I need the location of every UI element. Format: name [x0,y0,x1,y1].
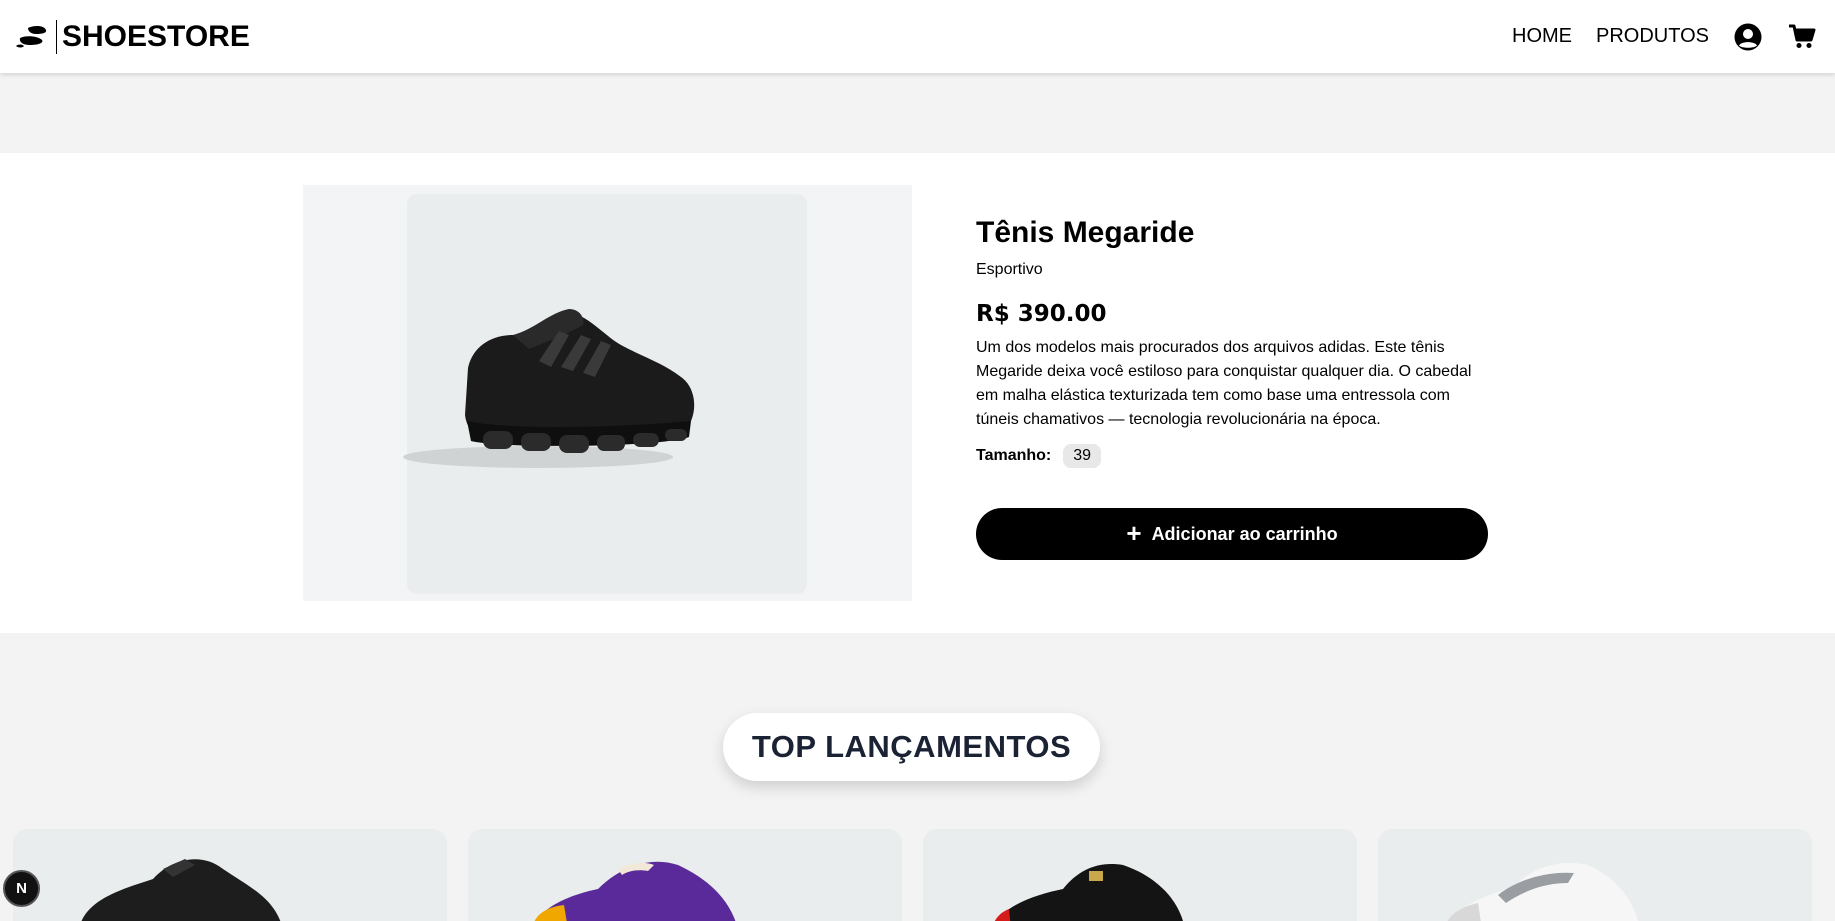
launch-card[interactable] [468,829,902,921]
brand[interactable]: SHOESTORE [14,19,250,54]
brand-name: SHOESTORE [62,19,250,53]
nav-products[interactable]: PRODUTOS [1596,25,1709,48]
dev-tools-badge[interactable]: N [3,870,40,907]
site-header: SHOESTORE HOME PRODUTOS [0,0,1835,73]
product-title: Tênis Megaride [976,216,1195,249]
size-selector: Tamanho: 39 [976,444,1488,468]
launch-card-image [1447,863,1639,921]
product-category: Esportivo [976,261,1043,278]
nav-home[interactable]: HOME [1512,25,1572,48]
cart-button[interactable] [1787,22,1817,52]
launch-card[interactable] [1378,829,1812,921]
product-price: R$ 390.00 [976,301,1107,327]
add-to-cart-button[interactable]: + Adicionar ao carrinho [976,508,1488,560]
account-button[interactable] [1733,22,1763,52]
text-cursor [56,19,57,54]
size-option[interactable]: 39 [1063,444,1102,468]
shoe-logo-icon [16,25,47,47]
top-launches-heading: TOP LANÇAMENTOS [723,713,1100,781]
add-to-cart-label: Adicionar ao carrinho [1151,523,1338,544]
product-info: Tênis Megaride Esportivo R$ 390.00 Um do… [976,215,1488,560]
product-detail: Tênis Megaride Esportivo R$ 390.00 Um do… [0,153,1835,633]
user-circle-icon [1734,23,1762,50]
cart-icon [1789,24,1816,48]
launch-card-image [81,859,281,921]
launch-card-image [534,861,736,921]
size-label: Tamanho: [976,447,1052,464]
product-image-frame [303,185,912,601]
main-nav: HOME PRODUTOS [1512,22,1817,52]
launch-card[interactable] [13,829,447,921]
product-description: Um dos modelos mais procurados dos arqui… [976,339,1472,428]
plus-icon: + [1126,518,1142,548]
product-image-shoe [403,309,695,468]
launch-card[interactable] [923,829,1357,921]
launch-card-image [994,864,1183,921]
